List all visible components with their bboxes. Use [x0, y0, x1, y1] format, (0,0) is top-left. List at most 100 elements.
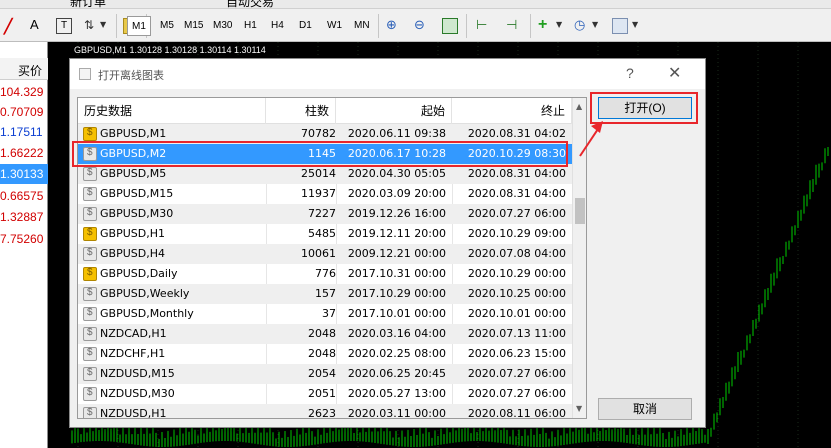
col-history-header[interactable]: 历史数据	[78, 98, 266, 124]
start-cell: 2020.05.27 13:00	[347, 387, 446, 400]
end-cell: 2020.08.31 04:00	[467, 167, 566, 180]
scrollbar-thumb[interactable]	[575, 198, 585, 224]
tf-m1-button[interactable]: M1	[127, 16, 151, 36]
table-row[interactable]: GBPUSD,M5 25014 2020.04.30 05:05 2020.08.31…	[78, 164, 572, 184]
tf-m30-button[interactable]: M30	[209, 16, 236, 36]
price-row[interactable]: 1.66222	[0, 143, 48, 163]
toolbar-separator	[466, 14, 467, 38]
tf-w1-button[interactable]: W1	[323, 16, 346, 36]
col-bars-header[interactable]: 柱数	[266, 98, 336, 124]
tf-m5-button[interactable]: M5	[156, 16, 178, 36]
price-row[interactable]: 0.70709	[0, 102, 48, 122]
cancel-button[interactable]: 取消	[598, 398, 692, 420]
bars-cell: 25014	[301, 167, 336, 180]
table-row[interactable]: GBPUSD,H4 10061 2009.12.21 00:00 2020.07.08…	[78, 244, 572, 264]
bars-cell: 37	[322, 307, 336, 320]
table-row[interactable]: GBPUSD,M30 7227 2019.12.26 16:00 2020.07.27…	[78, 204, 572, 224]
symbol-cell: GBPUSD,M15	[100, 187, 174, 200]
table-row[interactable]: NZDUSD,M15 2054 2020.06.25 20:45 2020.07.27…	[78, 364, 572, 384]
end-cell: 2020.10.29 00:00	[467, 267, 566, 280]
text-tool-button[interactable]: A	[30, 17, 46, 33]
end-cell: 2020.07.13 11:00	[467, 327, 566, 340]
chevron-down-icon[interactable]: ▼	[100, 20, 116, 36]
help-button[interactable]: ?	[626, 65, 634, 81]
tf-m15-button[interactable]: M15	[180, 16, 207, 36]
price-row[interactable]: 104.329	[0, 82, 48, 102]
indicators-plus-icon[interactable]: +	[538, 16, 554, 33]
symbol-cell: GBPUSD,M5	[100, 167, 167, 180]
table-row[interactable]: GBPUSD,Weekly 157 2017.10.29 00:00 2020.10.…	[78, 284, 572, 304]
history-file-icon	[83, 127, 97, 141]
scroll-up-icon[interactable]: ▲	[576, 102, 582, 111]
history-file-icon	[83, 267, 97, 281]
col-end-header[interactable]: 终止	[452, 98, 572, 124]
table-row[interactable]: NZDUSD,H1 2623 2020.03.11 00:00 2020.08.11 …	[78, 404, 572, 418]
symbol-cell: GBPUSD,H4	[100, 247, 165, 260]
bars-cell: 2051	[308, 387, 336, 400]
chevron-down-icon[interactable]: ▼	[632, 20, 648, 36]
end-cell: 2020.06.23 15:00	[467, 347, 566, 360]
app-icon	[79, 68, 91, 80]
bars-cell: 776	[315, 267, 336, 280]
dialog-title: 打开离线图表	[98, 69, 164, 82]
templates-icon[interactable]	[612, 18, 628, 34]
end-cell: 2020.10.01 00:00	[467, 307, 566, 320]
start-cell: 2019.12.11 20:00	[347, 227, 446, 240]
history-file-icon	[83, 367, 97, 381]
start-cell: 2020.03.16 04:00	[347, 327, 446, 340]
tf-d1-button[interactable]: D1	[295, 16, 316, 36]
open-button-highlight	[590, 92, 698, 124]
table-row[interactable]: GBPUSD,H1 5485 2019.12.11 20:00 2020.10.29 …	[78, 224, 572, 244]
auto-trading-button[interactable]: 自动交易	[226, 0, 274, 8]
price-row[interactable]: 1.32887	[0, 207, 48, 227]
col-start-header[interactable]: 起始	[336, 98, 452, 124]
bid-column-header[interactable]: 买价	[18, 62, 42, 79]
zoom-out-icon[interactable]: ⊖	[414, 18, 430, 34]
start-cell: 2020.02.25 08:00	[347, 347, 446, 360]
close-icon[interactable]: ✕	[668, 63, 681, 83]
table-row[interactable]: NZDCHF,H1 2048 2020.02.25 08:00 2020.06.23 …	[78, 344, 572, 364]
bars-cell: 2054	[308, 367, 336, 380]
price-row[interactable]: 0.66575	[0, 186, 48, 206]
tf-mn-button[interactable]: MN	[350, 16, 374, 36]
table-row[interactable]: NZDCAD,H1 2048 2020.03.16 04:00 2020.07.13 …	[78, 324, 572, 344]
arrows-icon[interactable]: ⇅	[84, 18, 100, 34]
symbol-cell: GBPUSD,Daily	[100, 267, 178, 280]
tf-h1-button[interactable]: H1	[240, 16, 261, 36]
price-row[interactable]: 1.17511	[0, 122, 48, 142]
history-file-icon	[83, 207, 97, 221]
table-row[interactable]: GBPUSD,M15 11937 2020.03.09 20:00 2020.08.3…	[78, 184, 572, 204]
start-cell: 2019.12.26 16:00	[347, 207, 446, 220]
table-row[interactable]: NZDUSD,M30 2051 2020.05.27 13:00 2020.07.27…	[78, 384, 572, 404]
start-cell: 2017.10.29 00:00	[347, 287, 446, 300]
bars-cell: 10061	[301, 247, 336, 260]
price-row[interactable]: 7.75260	[0, 229, 48, 249]
symbol-cell: GBPUSD,Monthly	[100, 307, 194, 320]
autoscroll-icon[interactable]: ⊣	[506, 18, 522, 34]
chevron-down-icon[interactable]: ▼	[592, 20, 608, 36]
history-file-icon	[83, 167, 97, 181]
tf-h4-button[interactable]: H4	[267, 16, 288, 36]
zoom-in-icon[interactable]: ⊕	[386, 18, 402, 34]
start-cell: 2020.03.09 20:00	[347, 187, 446, 200]
table-row[interactable]: GBPUSD,Daily 776 2017.10.31 00:00 2020.10.2…	[78, 264, 572, 284]
main-toolbar: 新订单 自动交易 ╱ A T ⇅ ▼ M1 M5 M15 M30 H1 H4 D…	[0, 0, 831, 42]
history-file-icon	[83, 347, 97, 361]
scroll-down-icon[interactable]: ▼	[576, 404, 582, 413]
bars-cell: 7227	[308, 207, 336, 220]
chevron-down-icon[interactable]: ▼	[556, 20, 572, 36]
symbol-cell: NZDUSD,M30	[100, 387, 175, 400]
price-row-selected[interactable]: 1.30133	[0, 164, 48, 184]
bars-cell: 157	[315, 287, 336, 300]
text-label-icon[interactable]: T	[56, 18, 72, 34]
periods-clock-icon[interactable]: ◷	[574, 18, 590, 34]
selected-row-highlight	[72, 141, 568, 167]
end-cell: 2020.07.27 06:00	[467, 207, 566, 220]
new-order-button[interactable]: 新订单	[70, 0, 106, 8]
bars-cell: 2048	[308, 347, 336, 360]
history-file-icon	[83, 407, 97, 418]
chart-shift-icon[interactable]: ⊢	[476, 18, 492, 34]
line-tool-icon[interactable]: ╱	[4, 18, 20, 34]
tile-windows-icon[interactable]	[442, 18, 458, 34]
table-row[interactable]: GBPUSD,Monthly 37 2017.10.01 00:00 2020.10.…	[78, 304, 572, 324]
